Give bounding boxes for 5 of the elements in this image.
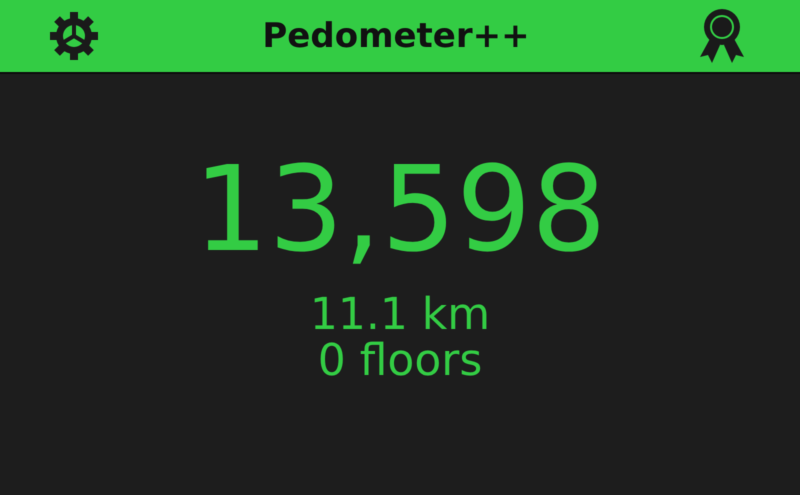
settings-icon[interactable] (48, 10, 100, 62)
floors-text: 0 floors (316, 338, 484, 384)
distance-text: 11.1 km (308, 292, 492, 338)
app-title: Pedometer++ (262, 14, 530, 58)
step-count: 13,598 (192, 150, 608, 268)
